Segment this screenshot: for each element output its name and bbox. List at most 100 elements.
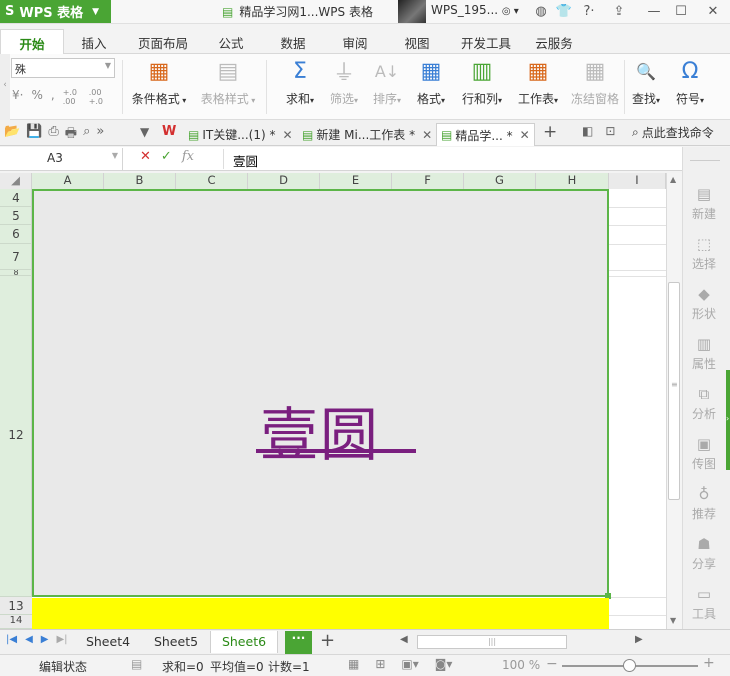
side-upload-image-button[interactable]: ▣ 传图 bbox=[682, 435, 726, 472]
print-preview-icon[interactable]: ⌕ bbox=[83, 124, 90, 146]
select-all-corner[interactable]: ◢ bbox=[0, 173, 32, 189]
more-icon[interactable]: » bbox=[96, 124, 104, 146]
minimize-icon[interactable]: — bbox=[645, 2, 663, 20]
doc-tab-3[interactable]: ▤ 精品学... * ✕ bbox=[436, 123, 535, 146]
column-header[interactable]: C bbox=[176, 173, 248, 189]
side-panel-toggle[interactable]: › bbox=[726, 370, 730, 470]
column-header[interactable]: D bbox=[248, 173, 320, 189]
avatar[interactable] bbox=[398, 0, 426, 23]
fx-icon[interactable]: fx bbox=[182, 149, 194, 164]
tab-developer[interactable]: 开发工具 bbox=[455, 29, 517, 54]
chevron-down-icon[interactable]: ▼ bbox=[140, 125, 149, 139]
scroll-down-icon[interactable]: ▼ bbox=[670, 616, 676, 625]
table-style-button[interactable]: ▤ 表格样式 ▾ bbox=[196, 58, 260, 116]
add-sheet-icon[interactable]: + bbox=[320, 630, 335, 651]
side-properties-button[interactable]: ▥ 属性 bbox=[682, 335, 726, 372]
scroll-right-icon[interactable]: ▶ bbox=[635, 634, 643, 645]
tab-insert[interactable]: 插入 bbox=[70, 29, 118, 54]
prev-sheet-icon[interactable]: ◀ bbox=[25, 634, 33, 645]
close-icon[interactable]: ✕ bbox=[704, 2, 722, 20]
currency-icon[interactable]: ¥· bbox=[12, 88, 23, 106]
help-icon[interactable]: ?· bbox=[578, 2, 600, 20]
open-folder-icon[interactable]: 📂 bbox=[4, 124, 20, 146]
split-icon[interactable]: ◧ bbox=[582, 124, 593, 138]
tab-formulas[interactable]: 公式 bbox=[208, 29, 254, 54]
page-break-view-icon[interactable]: ⊞ bbox=[375, 657, 385, 671]
sheet-tab-sheet5[interactable]: Sheet5 bbox=[144, 631, 208, 653]
tab-cloud[interactable]: 云服务 bbox=[528, 29, 580, 54]
decrease-decimal-button[interactable]: .00 +.0 bbox=[89, 88, 107, 106]
percent-button[interactable]: % bbox=[31, 88, 42, 106]
freeze-panes-button[interactable]: ▦ 冻结窗格 bbox=[568, 58, 622, 116]
zoom-slider-knob[interactable] bbox=[623, 659, 636, 672]
upload-icon[interactable]: ⇪ bbox=[610, 2, 628, 20]
maximize-icon[interactable]: ☐ bbox=[672, 2, 690, 20]
row-header[interactable]: 4 bbox=[0, 189, 32, 207]
symbol-button[interactable]: Ω 符号▾ bbox=[670, 58, 710, 116]
row-header[interactable]: 14 bbox=[0, 615, 32, 629]
app-menu-button[interactable]: S WPS 表格 ▼ bbox=[0, 0, 111, 23]
side-recommend-button[interactable]: ♁ 推荐 bbox=[682, 485, 726, 522]
confirm-icon[interactable]: ✓ bbox=[161, 149, 172, 164]
increase-decimal-button[interactable]: +.0 .00 bbox=[63, 88, 81, 106]
side-new-button[interactable]: ▤ 新建 bbox=[682, 185, 726, 222]
column-header[interactable]: G bbox=[464, 173, 536, 189]
sort-button[interactable]: A↓ 排序▾ bbox=[368, 58, 406, 116]
zoom-in-icon[interactable]: + bbox=[703, 655, 715, 671]
sheet-tab-sheet6[interactable]: Sheet6 bbox=[210, 631, 278, 653]
column-header[interactable]: B bbox=[104, 173, 176, 189]
pin-icon[interactable]: ⊡ bbox=[605, 124, 615, 138]
scroll-up-icon[interactable]: ▲ bbox=[670, 175, 676, 184]
comma-icon[interactable]: , bbox=[51, 88, 55, 106]
side-analysis-button[interactable]: ⧉ 分析 bbox=[682, 385, 726, 422]
eye-protection-icon[interactable]: ◙▾ bbox=[435, 657, 453, 671]
skin-icon[interactable]: ◍ bbox=[532, 2, 550, 20]
close-tab-icon[interactable]: ✕ bbox=[422, 128, 432, 142]
wps-home-icon[interactable]: W bbox=[162, 124, 176, 139]
tab-data[interactable]: 数据 bbox=[270, 29, 316, 54]
first-sheet-icon[interactable]: |◀ bbox=[6, 634, 17, 645]
format-button[interactable]: ▦ 格式▾ bbox=[412, 58, 450, 116]
close-tab-icon[interactable]: ✕ bbox=[520, 128, 530, 142]
horizontal-scroll-thumb[interactable]: ||| bbox=[417, 635, 567, 649]
worksheet-button[interactable]: ▦ 工作表▾ bbox=[513, 58, 563, 116]
last-sheet-icon[interactable]: ▶| bbox=[56, 634, 67, 645]
layout-view-icon[interactable]: ▣▾ bbox=[401, 657, 418, 671]
ribbon-scroll-left-icon[interactable]: ‹ bbox=[0, 54, 10, 120]
formula-input[interactable]: 壹圆 bbox=[233, 151, 258, 170]
normal-view-icon[interactable]: ▦ bbox=[348, 657, 359, 671]
side-select-button[interactable]: ⬚ 选择 bbox=[682, 235, 726, 272]
close-tab-icon[interactable]: ✕ bbox=[282, 128, 292, 142]
side-share-button[interactable]: ☗ 分享 bbox=[682, 535, 726, 572]
doc-tab-1[interactable]: ▤ IT关键...(1) * ✕ bbox=[184, 123, 297, 146]
row-header[interactable]: 13 bbox=[0, 597, 32, 615]
column-header[interactable]: I bbox=[609, 173, 666, 189]
filter-button[interactable]: ⏚ 筛选▾ bbox=[324, 58, 364, 116]
tab-page-layout[interactable]: 页面布局 bbox=[130, 29, 196, 54]
side-shape-button[interactable]: ◆ 形状 bbox=[682, 285, 726, 322]
scroll-thumb[interactable]: ≡ bbox=[668, 282, 680, 500]
row-header[interactable]: 6 bbox=[0, 225, 32, 244]
row-header[interactable]: 7 bbox=[0, 244, 32, 270]
highlighted-row-13[interactable] bbox=[32, 598, 609, 629]
export-pdf-icon[interactable]: ⎙ bbox=[48, 124, 58, 146]
more-sheets-icon[interactable]: ··· bbox=[285, 631, 312, 654]
conditional-format-button[interactable]: ▦ 条件格式 ▾ bbox=[128, 58, 190, 116]
find-command-button[interactable]: ⌕ 点此查找命令 bbox=[632, 124, 714, 141]
doc-tab-2[interactable]: ▤ 新建 Mi...工作表 * ✕ bbox=[298, 123, 436, 146]
find-button[interactable]: 🔍 查找▾ bbox=[627, 58, 665, 116]
cancel-icon[interactable]: ✕ bbox=[140, 149, 151, 164]
row-header[interactable]: 12 bbox=[0, 276, 32, 597]
sum-button[interactable]: Σ 求和▾ bbox=[280, 58, 320, 116]
column-header[interactable]: E bbox=[320, 173, 392, 189]
side-tools-button[interactable]: ▭ 工具 bbox=[682, 585, 726, 622]
rows-cols-button[interactable]: ▥ 行和列▾ bbox=[456, 58, 508, 116]
new-tab-icon[interactable]: + bbox=[543, 122, 557, 142]
name-box[interactable]: A3 ▼ bbox=[0, 148, 123, 170]
row-header[interactable]: 5 bbox=[0, 207, 32, 225]
next-sheet-icon[interactable]: ▶ bbox=[41, 634, 49, 645]
column-header[interactable]: F bbox=[392, 173, 464, 189]
column-header[interactable]: A bbox=[32, 173, 104, 189]
zoom-out-icon[interactable]: − bbox=[546, 656, 558, 672]
print-icon[interactable]: 🖶 bbox=[65, 124, 77, 146]
